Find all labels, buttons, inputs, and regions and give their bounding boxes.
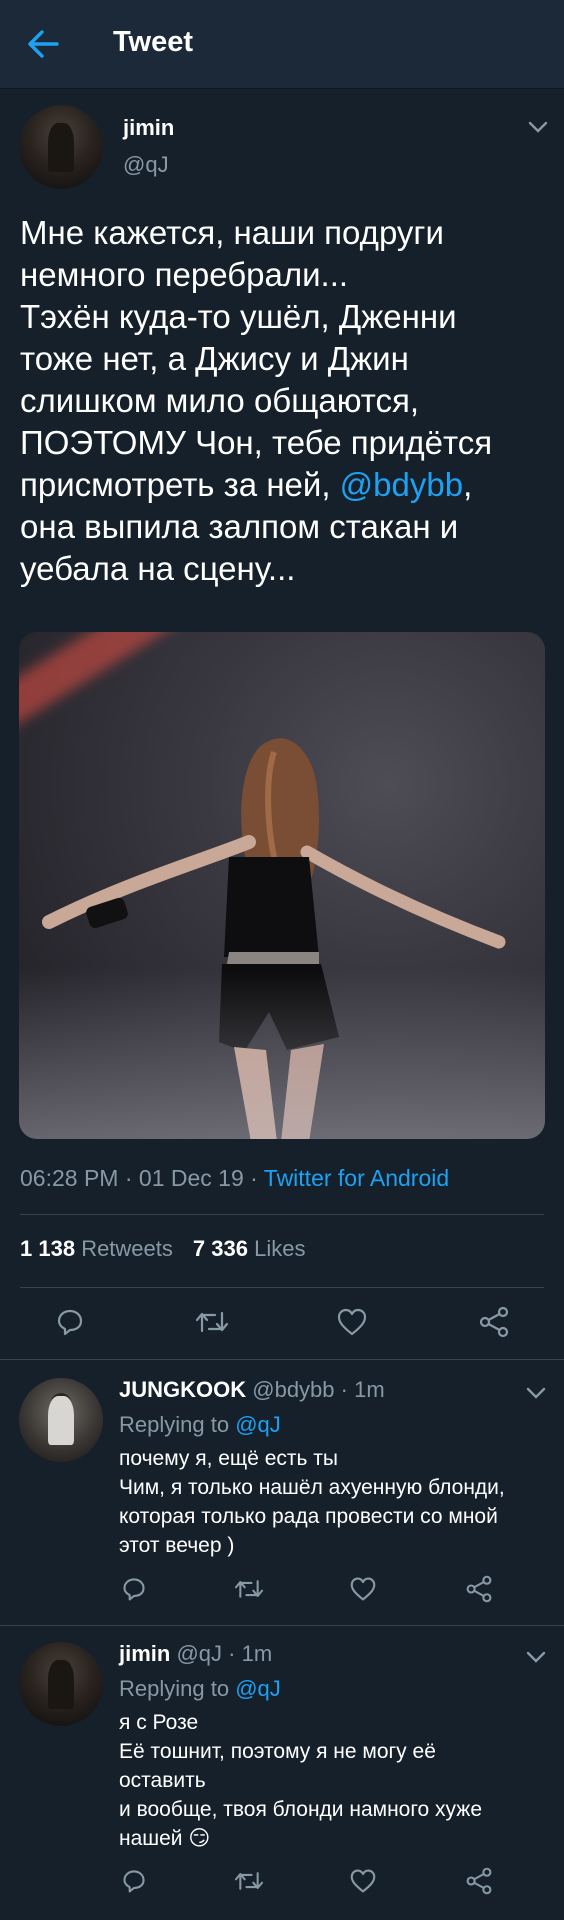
back-arrow-icon[interactable] [26, 28, 60, 60]
reply-icon[interactable] [121, 1868, 147, 1894]
share-icon[interactable] [465, 1867, 493, 1895]
retweets-stat[interactable]: 1 138 Retweets [20, 1236, 173, 1261]
retweet-icon[interactable] [234, 1576, 264, 1602]
reply-author-name[interactable]: jimin [119, 1641, 170, 1666]
reply-age: 1m [241, 1641, 273, 1666]
smirk-emoji-icon: 😏 [188, 1827, 211, 1850]
replying-to: Replying to @qJ [119, 1412, 281, 1437]
reply-text: почему я, ещё есть ты Чим, я только нашё… [119, 1447, 505, 1557]
chevron-down-icon[interactable] [527, 120, 549, 134]
reply-text: я с Розе Её тошнит, поэтому я не могу её… [119, 1711, 483, 1850]
replying-to: Replying to @qJ [119, 1676, 281, 1701]
top-bar: Tweet [0, 0, 564, 89]
reply-age: 1m [354, 1377, 385, 1402]
likes-stat[interactable]: 7 336 Likes [193, 1236, 306, 1261]
tweet-source-link[interactable]: Twitter for Android [264, 1165, 449, 1191]
chevron-down-icon[interactable] [525, 1386, 547, 1400]
share-icon[interactable] [465, 1575, 493, 1603]
reply-avatar[interactable] [19, 1378, 103, 1462]
heart-icon[interactable] [349, 1868, 377, 1894]
reply-header: JUNGKOOK @bdybb · 1m [119, 1377, 385, 1402]
mention-link[interactable]: @bdybb [340, 466, 463, 503]
heart-icon[interactable] [336, 1307, 368, 1337]
divider [20, 1214, 544, 1215]
heart-icon[interactable] [349, 1576, 377, 1602]
replying-to-link[interactable]: @qJ [235, 1676, 281, 1701]
tweet-date: 01 Dec 19 [138, 1165, 244, 1191]
retweet-icon[interactable] [234, 1868, 264, 1894]
author-avatar[interactable] [19, 105, 103, 189]
divider [0, 1625, 564, 1626]
tweet-photo[interactable] [19, 632, 545, 1139]
reply-header: jimin @qJ · 1m [119, 1641, 273, 1666]
reply-avatar[interactable] [19, 1642, 103, 1726]
divider [0, 1359, 564, 1360]
reply-author-name[interactable]: JUNGKOOK [119, 1377, 246, 1402]
tweet-stats: 1 138 Retweets 7 336 Likes [20, 1236, 305, 1262]
reply-icon[interactable] [121, 1576, 147, 1602]
reply-icon[interactable] [55, 1307, 85, 1337]
tweet-meta: 06:28 PM · 01 Dec 19 · Twitter for Andro… [20, 1165, 450, 1191]
divider [20, 1287, 544, 1288]
page-title: Tweet [113, 26, 194, 58]
tweet-text-body: Мне кажется, наши подруги немного перебр… [20, 214, 493, 503]
author-name[interactable]: jimin [123, 115, 174, 141]
author-handle[interactable]: @qJ [123, 152, 169, 178]
replying-to-link[interactable]: @qJ [235, 1412, 281, 1437]
tweet-text: Мне кажется, наши подруги немного перебр… [20, 212, 550, 590]
retweet-icon[interactable] [195, 1307, 229, 1337]
tweet-time: 06:28 PM [20, 1165, 119, 1191]
reply-author-handle[interactable]: @bdybb [252, 1377, 334, 1402]
share-icon[interactable] [478, 1306, 510, 1338]
reply-author-handle[interactable]: @qJ [176, 1641, 222, 1666]
chevron-down-icon[interactable] [525, 1650, 547, 1664]
